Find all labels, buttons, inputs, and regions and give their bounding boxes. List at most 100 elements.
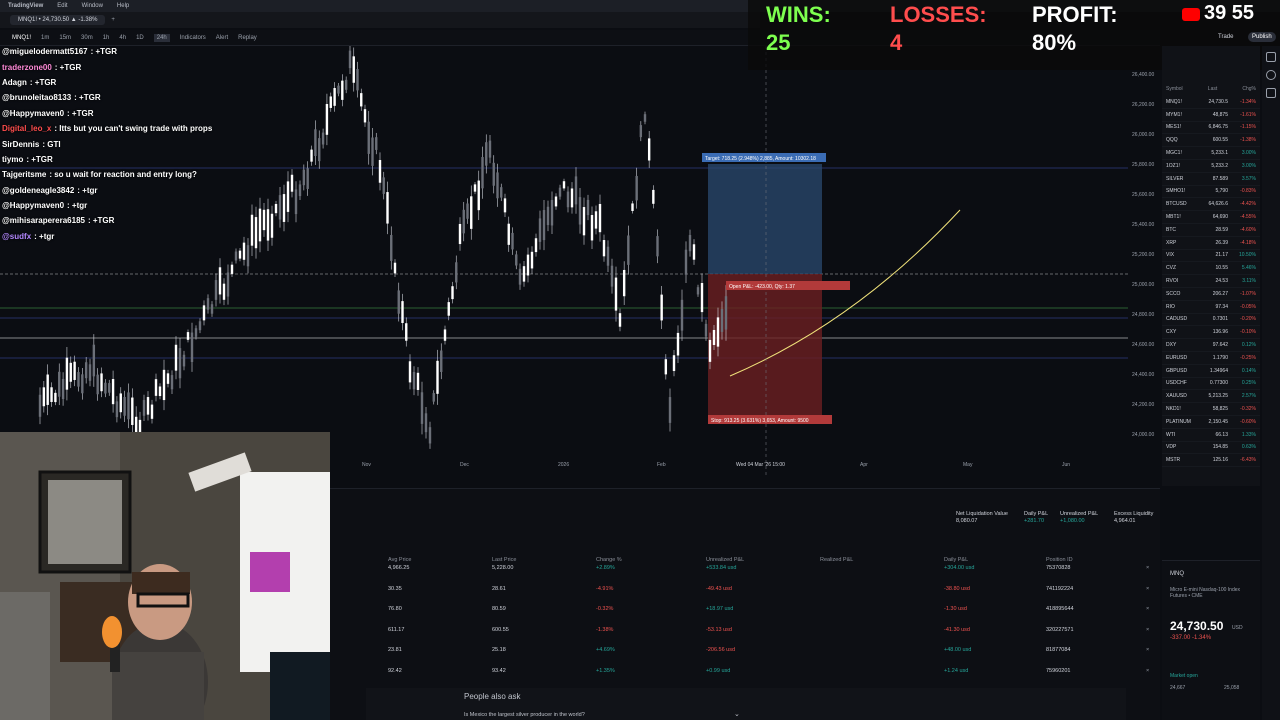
excess-label: Excess Liquidity bbox=[1114, 511, 1154, 517]
open-pl-label[interactable]: Open P&L: -423.00, Qty: 1.37 bbox=[729, 284, 795, 290]
stop-zone[interactable] bbox=[708, 274, 822, 418]
candle-body bbox=[210, 304, 214, 314]
candle-body bbox=[614, 277, 618, 311]
col-unrealized[interactable]: Unrealized P&L bbox=[706, 557, 744, 563]
watchlist-row[interactable]: SILVER 87.589 3.57% bbox=[1162, 173, 1260, 186]
watchlist-row[interactable]: 1OZ1! 5,233.2 3.00% bbox=[1162, 160, 1260, 173]
detail-low: 24,667 bbox=[1170, 685, 1186, 691]
watchlist-row[interactable]: MYM1! 48,875 -1.61% bbox=[1162, 109, 1260, 122]
candle-body bbox=[226, 272, 230, 297]
watchlist-row[interactable]: MBT1! 64,690 -4.55% bbox=[1162, 211, 1260, 224]
watchlist-row[interactable]: RVOI 24.53 3.11% bbox=[1162, 275, 1260, 288]
stop-label[interactable]: Stop: 913.25 (3.631%) 3,653, Amount: 950… bbox=[711, 418, 809, 424]
watchlist-row[interactable]: QQQ 600.55 -1.38% bbox=[1162, 134, 1260, 148]
watchlist-change: 2.57% bbox=[1241, 393, 1256, 400]
watchlist-row[interactable]: MNQ1! 24,730.5 -1.34% bbox=[1162, 96, 1260, 109]
menu-help[interactable]: Help bbox=[117, 3, 129, 9]
close-position-icon[interactable]: × bbox=[1146, 647, 1149, 653]
watchlist-row[interactable]: MES1! 6,846.75 -1.15% bbox=[1162, 122, 1260, 135]
watchlist-symbol-header[interactable]: Symbol bbox=[1166, 86, 1183, 92]
people-also-ask-question[interactable]: Is Mexico the largest silver producer in… bbox=[464, 712, 585, 718]
watchlist-row[interactable]: XRP 26.39 -4.18% bbox=[1162, 237, 1260, 250]
watchlist-symbol: QQQ bbox=[1166, 137, 1178, 144]
col-avg-price[interactable]: Avg Price bbox=[388, 557, 411, 563]
candle-body bbox=[77, 372, 80, 387]
watchlist-row[interactable]: SCCO 206.27 -1.07% bbox=[1162, 288, 1260, 301]
close-position-icon[interactable]: × bbox=[1146, 586, 1149, 592]
chevron-down-icon[interactable]: ⌄ bbox=[734, 710, 740, 718]
watchlist-last: 5,233.2 bbox=[1211, 162, 1228, 169]
candle-body bbox=[186, 332, 190, 340]
candle-body bbox=[652, 189, 655, 204]
menu-edit[interactable]: Edit bbox=[57, 3, 67, 9]
interval-1d[interactable]: 1D bbox=[136, 35, 144, 41]
alert-button[interactable]: Alert bbox=[216, 35, 228, 41]
interval-30m[interactable]: 30m bbox=[81, 35, 93, 41]
candle-body bbox=[696, 287, 700, 295]
watchlist-last-header[interactable]: Last bbox=[1208, 86, 1217, 92]
candle-body bbox=[348, 50, 352, 69]
watchlist-row[interactable]: CVZ 10.55 5.46% bbox=[1162, 262, 1260, 276]
watchlist-row[interactable]: GBPUSD 1.34964 0.14% bbox=[1162, 365, 1260, 378]
watchlist-last: 97.34 bbox=[1215, 303, 1228, 310]
col-change[interactable]: Change % bbox=[596, 557, 622, 563]
watchlist-row[interactable]: MSTR 125.16 -6.43% bbox=[1162, 454, 1260, 468]
watchlist-icon[interactable] bbox=[1266, 52, 1276, 62]
trade-button[interactable]: Trade bbox=[1218, 34, 1233, 40]
chat-message: @mihisaraperera6185: +TGR bbox=[2, 213, 322, 228]
interval-15m[interactable]: 15m bbox=[59, 35, 71, 41]
watchlist-row[interactable]: CXY 136.96 -0.10% bbox=[1162, 326, 1260, 340]
watchlist-row[interactable]: WTI 66.13 1.33% bbox=[1162, 429, 1260, 442]
stream-chat-overlay: @miguelodermatt5167: +TGR traderzone00: +… bbox=[2, 44, 322, 264]
target-label[interactable]: Target: 718.25 (2.948%) 2,885, Amount: 1… bbox=[705, 156, 816, 162]
col-last-price[interactable]: Last Price bbox=[492, 557, 516, 563]
candle-body bbox=[473, 184, 477, 192]
close-position-icon[interactable]: × bbox=[1146, 606, 1149, 612]
position-cell-id: 418895644 bbox=[1046, 606, 1074, 613]
chat-icon[interactable] bbox=[1266, 88, 1276, 98]
watchlist-row[interactable]: MGC1! 5,233.1 3.00% bbox=[1162, 147, 1260, 160]
watchlist-row[interactable]: BTCUSD 64,626.6 -4.42% bbox=[1162, 198, 1260, 212]
watchlist-row[interactable]: DXY 97.642 0.12% bbox=[1162, 339, 1260, 352]
close-position-icon[interactable]: × bbox=[1146, 627, 1149, 633]
candle-body bbox=[627, 235, 630, 265]
menu-window[interactable]: Window bbox=[82, 3, 103, 9]
interval-1m[interactable]: 1m bbox=[41, 35, 49, 41]
interval-1h[interactable]: 1h bbox=[103, 35, 110, 41]
watchlist-row[interactable]: PLATINUM 2,150.45 -0.60% bbox=[1162, 416, 1260, 429]
watchlist-row[interactable]: SMHO1! 5,790 -0.83% bbox=[1162, 186, 1260, 199]
watchlist-row[interactable]: NKD1! 58,825 -0.32% bbox=[1162, 403, 1260, 416]
watchlist-last: 1.34964 bbox=[1209, 367, 1228, 374]
col-daily[interactable]: Daily P&L bbox=[944, 557, 968, 563]
close-position-icon[interactable]: × bbox=[1146, 565, 1149, 571]
watchlist-row[interactable]: RIO 97.34 -0.05% bbox=[1162, 301, 1260, 314]
indicators-button[interactable]: Indicators bbox=[180, 35, 206, 41]
new-tab-icon[interactable]: + bbox=[111, 17, 115, 23]
tab-chart[interactable]: MNQ1! • 24,730.50 ▲ -1.38% bbox=[10, 15, 106, 25]
candle-body bbox=[360, 93, 363, 107]
watchlist-row[interactable]: USDCHF 0.77300 0.25% bbox=[1162, 378, 1260, 391]
watchlist-row[interactable]: EURUSD 1.1790 -0.25% bbox=[1162, 352, 1260, 365]
menu-app[interactable]: TradingView bbox=[8, 3, 43, 9]
position-cell-last: 25.18 bbox=[492, 647, 506, 654]
publish-button[interactable]: Publish bbox=[1248, 32, 1276, 42]
watchlist-chg-header[interactable]: Chg% bbox=[1242, 86, 1256, 92]
replay-button[interactable]: Replay bbox=[238, 35, 257, 41]
watchlist-row[interactable]: CADUSD 0.7301 -0.20% bbox=[1162, 314, 1260, 327]
watchlist-last: 5,213.25 bbox=[1208, 393, 1228, 400]
close-position-icon[interactable]: × bbox=[1146, 668, 1149, 674]
watchlist-row[interactable]: XAUUSD 5,213.25 2.57% bbox=[1162, 390, 1260, 404]
interval-24h[interactable]: 24h bbox=[153, 33, 170, 42]
price-axis-label: 26,200.00 bbox=[1132, 102, 1154, 108]
watchlist-row[interactable]: VDP 154.85 0.63% bbox=[1162, 442, 1260, 455]
watchlist-row[interactable]: VIX 21.17 10.50% bbox=[1162, 250, 1260, 263]
symbol-search[interactable]: MNQ1! bbox=[12, 35, 31, 41]
target-zone[interactable] bbox=[708, 164, 822, 274]
watchlist-row[interactable]: BTC 28.59 -4.60% bbox=[1162, 224, 1260, 237]
interval-4h[interactable]: 4h bbox=[119, 35, 126, 41]
col-position-id[interactable]: Position ID bbox=[1046, 557, 1073, 563]
col-realized[interactable]: Realized P&L bbox=[820, 557, 853, 563]
candle-body bbox=[610, 265, 614, 287]
candle-body bbox=[668, 397, 672, 423]
alerts-icon[interactable] bbox=[1266, 70, 1276, 80]
